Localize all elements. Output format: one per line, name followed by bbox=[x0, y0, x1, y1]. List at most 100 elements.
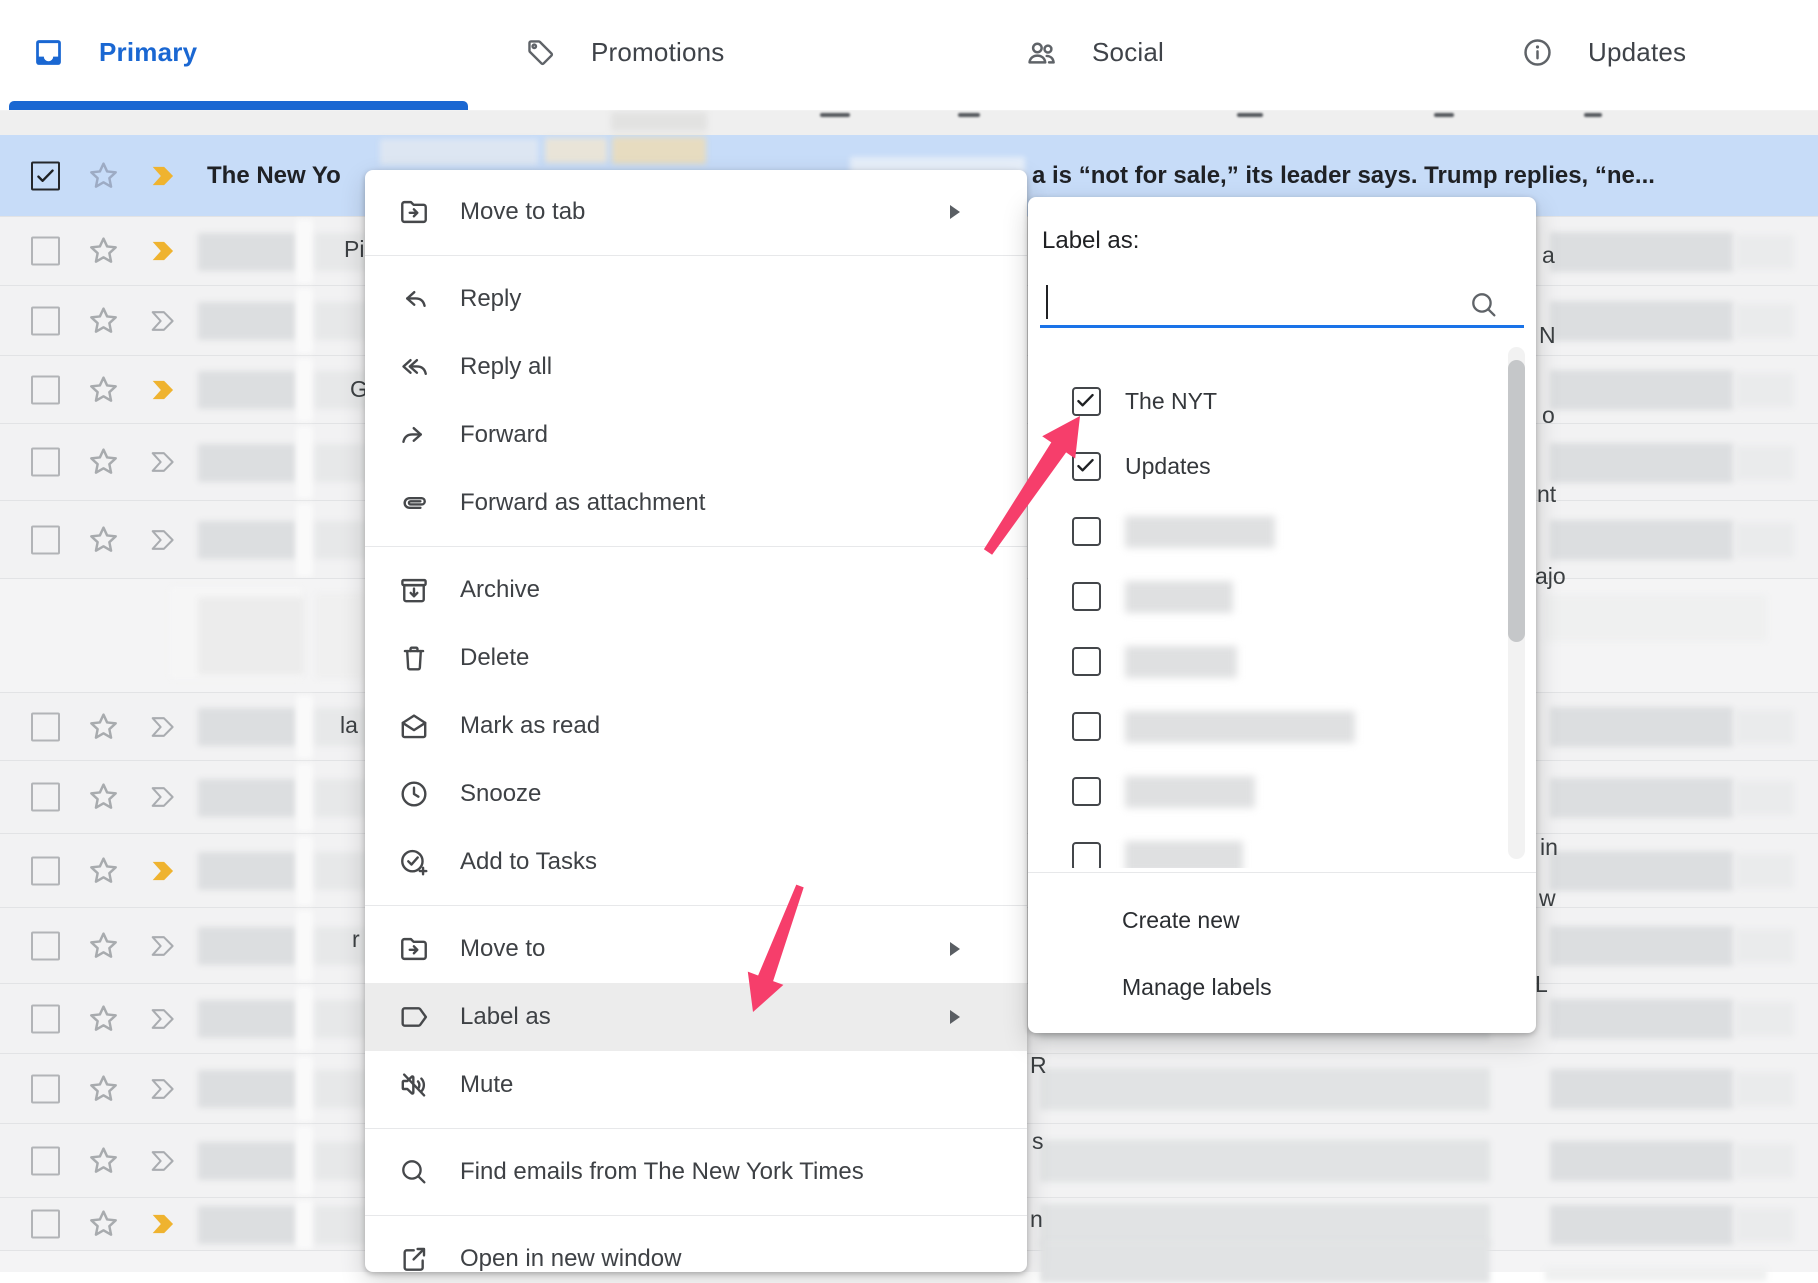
info-icon bbox=[1521, 36, 1554, 69]
menu-item-move-to[interactable]: Move to bbox=[365, 915, 1027, 983]
tab-promotions[interactable]: Promotions bbox=[524, 26, 725, 78]
importance-marker-icon[interactable] bbox=[150, 1078, 178, 1100]
importance-marker-icon[interactable] bbox=[150, 240, 178, 262]
mail-open-icon bbox=[398, 710, 430, 742]
menu-item-open-in-new-window[interactable]: Open in new window bbox=[365, 1225, 1027, 1272]
redacted-text-block bbox=[198, 444, 297, 482]
star-icon[interactable] bbox=[85, 302, 122, 339]
star-icon[interactable] bbox=[85, 1142, 122, 1179]
truncated-text-fragment: ajo bbox=[1535, 563, 1566, 590]
menu-item-find-emails-from-the-new-york-times[interactable]: Find emails from The New York Times bbox=[365, 1138, 1027, 1206]
star-icon[interactable] bbox=[85, 1070, 122, 1107]
redacted-text-block bbox=[296, 426, 313, 499]
importance-marker-icon[interactable] bbox=[150, 860, 178, 882]
menu-item-label-as[interactable]: Label as bbox=[365, 983, 1027, 1051]
star-icon[interactable] bbox=[85, 444, 122, 481]
importance-marker-icon[interactable] bbox=[150, 165, 178, 187]
menu-divider bbox=[365, 546, 1027, 547]
star-icon[interactable] bbox=[85, 1000, 122, 1037]
menu-item-forward-as-attachment[interactable]: Forward as attachment bbox=[365, 469, 1027, 537]
submenu-arrow-icon bbox=[950, 942, 960, 956]
email-checkbox[interactable] bbox=[31, 1210, 60, 1239]
create-new-label-button[interactable]: Create new bbox=[1028, 887, 1536, 954]
email-checkbox[interactable] bbox=[31, 712, 60, 741]
menu-item-archive[interactable]: Archive bbox=[365, 556, 1027, 624]
star-icon[interactable] bbox=[85, 521, 122, 558]
label-checkbox[interactable] bbox=[1072, 842, 1101, 868]
label-checkbox[interactable] bbox=[1072, 647, 1101, 676]
label-option-redacted[interactable] bbox=[1028, 694, 1536, 759]
star-icon[interactable] bbox=[85, 371, 122, 408]
redacted-text-block bbox=[198, 1206, 297, 1244]
menu-item-snooze[interactable]: Snooze bbox=[365, 760, 1027, 828]
tab-updates[interactable]: Updates bbox=[1521, 26, 1686, 78]
redacted-text-block bbox=[1550, 301, 1733, 341]
label-checkbox-checked[interactable] bbox=[1072, 387, 1101, 416]
star-icon[interactable] bbox=[85, 852, 122, 889]
label-checkbox[interactable] bbox=[1072, 712, 1101, 741]
redacted-text-block bbox=[1736, 1144, 1794, 1178]
people-icon bbox=[1025, 36, 1058, 69]
importance-marker-icon[interactable] bbox=[150, 310, 178, 332]
menu-item-mark-as-read[interactable]: Mark as read bbox=[365, 692, 1027, 760]
label-option-updates[interactable]: Updates bbox=[1028, 434, 1536, 499]
star-icon[interactable] bbox=[85, 927, 122, 964]
importance-marker-icon[interactable] bbox=[150, 451, 178, 473]
email-checkbox[interactable] bbox=[31, 1146, 60, 1175]
label-search-input[interactable] bbox=[1040, 275, 1524, 325]
tab-social[interactable]: Social bbox=[1025, 26, 1164, 78]
label-checkbox-checked[interactable] bbox=[1072, 452, 1101, 481]
scrollbar-thumb[interactable] bbox=[1508, 360, 1525, 642]
email-checkbox[interactable] bbox=[31, 448, 60, 477]
importance-marker-icon[interactable] bbox=[150, 1008, 178, 1030]
redacted-text-block bbox=[296, 986, 313, 1052]
menu-item-forward[interactable]: Forward bbox=[365, 401, 1027, 469]
star-icon[interactable] bbox=[85, 779, 122, 816]
menu-item-reply[interactable]: Reply bbox=[365, 265, 1027, 333]
importance-marker-icon[interactable] bbox=[150, 379, 178, 401]
redacted-text-block bbox=[198, 521, 297, 559]
label-checkbox[interactable] bbox=[1072, 582, 1101, 611]
truncated-text-fragment: N bbox=[1539, 322, 1556, 349]
importance-marker-icon[interactable] bbox=[150, 1213, 178, 1235]
star-icon[interactable] bbox=[85, 708, 122, 745]
redacted-text-block bbox=[1736, 781, 1794, 815]
manage-labels-button[interactable]: Manage labels bbox=[1028, 954, 1536, 1021]
label-option-redacted[interactable] bbox=[1028, 824, 1536, 868]
label-option-the-nyt[interactable]: The NYT bbox=[1028, 369, 1536, 434]
tab-primary[interactable]: Primary bbox=[32, 26, 197, 78]
email-checkbox[interactable] bbox=[31, 1074, 60, 1103]
menu-item-delete[interactable]: Delete bbox=[365, 624, 1027, 692]
label-checkbox[interactable] bbox=[1072, 777, 1101, 806]
label-option-redacted[interactable] bbox=[1028, 564, 1536, 629]
menu-item-add-to-tasks[interactable]: Add to Tasks bbox=[365, 828, 1027, 896]
label-option-redacted[interactable] bbox=[1028, 759, 1536, 824]
email-checkbox[interactable] bbox=[31, 525, 60, 554]
importance-marker-icon[interactable] bbox=[150, 1150, 178, 1172]
redacted-text-block bbox=[198, 302, 297, 340]
menu-item-reply-all[interactable]: Reply all bbox=[365, 333, 1027, 401]
email-checkbox[interactable] bbox=[31, 783, 60, 812]
menu-item-move-to-tab[interactable]: Move to tab bbox=[365, 178, 1027, 246]
star-icon[interactable] bbox=[85, 1206, 122, 1243]
redacted-text-block bbox=[315, 521, 365, 559]
label-option-redacted[interactable] bbox=[1028, 629, 1536, 694]
importance-marker-icon[interactable] bbox=[150, 716, 178, 738]
email-checkbox[interactable] bbox=[31, 306, 60, 335]
email-checkbox-checked[interactable] bbox=[31, 161, 60, 190]
importance-marker-icon[interactable] bbox=[150, 786, 178, 808]
label-checkbox[interactable] bbox=[1072, 517, 1101, 546]
importance-marker-icon[interactable] bbox=[150, 935, 178, 957]
menu-item-mute[interactable]: Mute bbox=[365, 1051, 1027, 1119]
redacted-text-block bbox=[198, 708, 297, 746]
star-icon[interactable] bbox=[85, 233, 122, 270]
importance-marker-icon[interactable] bbox=[150, 529, 178, 551]
email-checkbox[interactable] bbox=[31, 237, 60, 266]
email-checkbox[interactable] bbox=[31, 375, 60, 404]
reply-icon bbox=[398, 283, 430, 315]
email-checkbox[interactable] bbox=[31, 931, 60, 960]
email-checkbox[interactable] bbox=[31, 1004, 60, 1033]
star-icon[interactable] bbox=[85, 157, 122, 194]
label-option-redacted[interactable] bbox=[1028, 499, 1536, 564]
email-checkbox[interactable] bbox=[31, 856, 60, 885]
